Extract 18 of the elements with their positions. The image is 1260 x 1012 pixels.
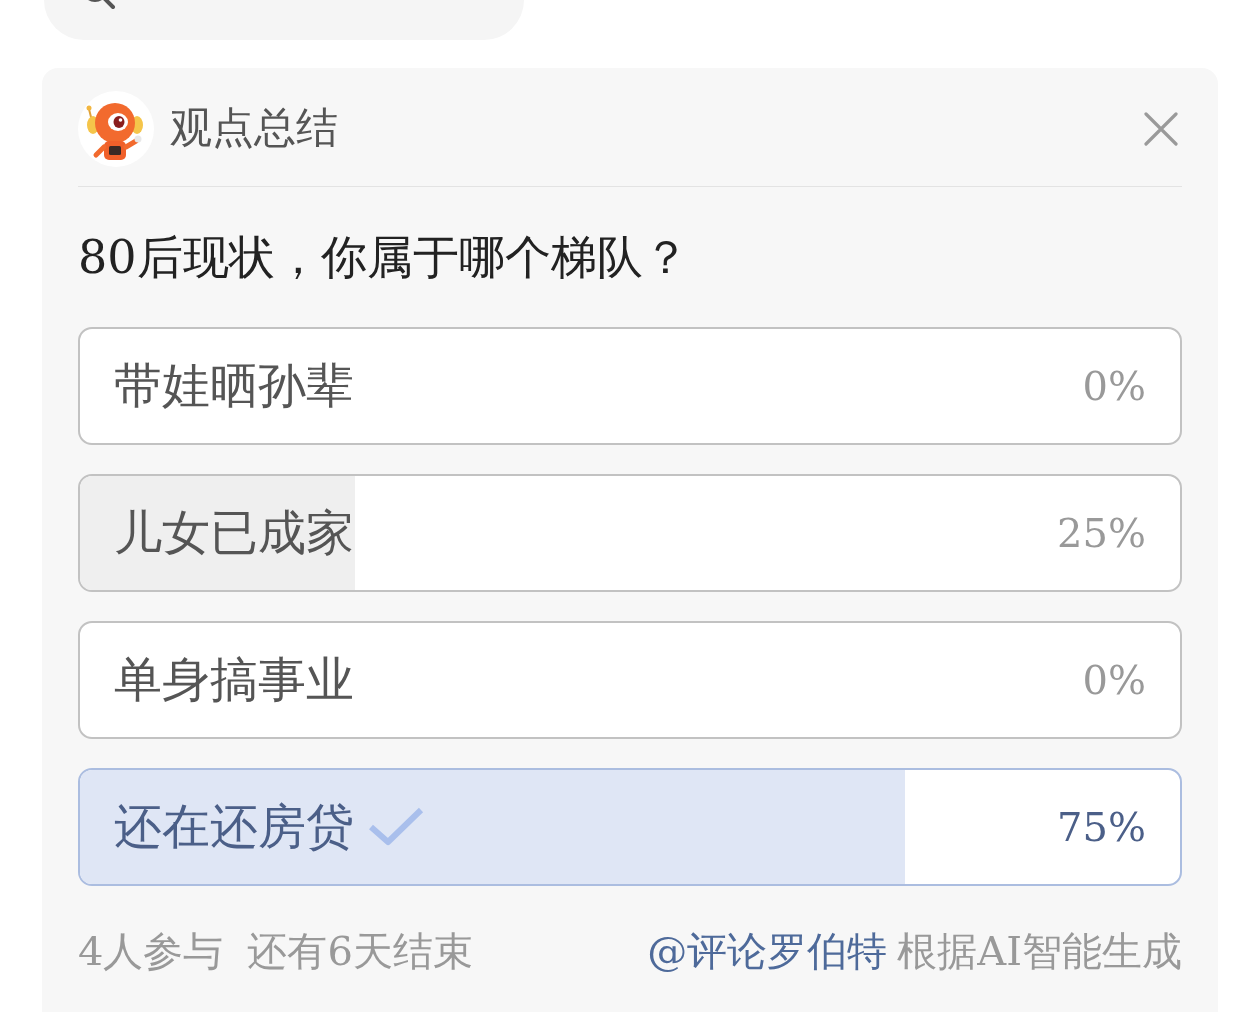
percent-text: 0% [1082,656,1146,704]
poll-option[interactable]: 带娃晒孙辈 0% [78,327,1182,445]
time-remaining: 还有6天结束 [247,927,473,976]
ai-note: 根据AI智能生成 [897,927,1182,976]
poll-option[interactable]: 单身搞事业 0% [78,621,1182,739]
check-icon [368,807,424,847]
percent-text: 0% [1082,362,1146,410]
panel-title: 观点总结 [170,103,338,154]
poll-question: 80后现状，你属于哪个梯队？ [78,229,690,286]
poll-option[interactable]: 儿女已成家 25% [78,474,1182,592]
author-link[interactable]: @评论罗伯特 [647,926,888,976]
poll-option[interactable]: 还在还房贷 75% [78,768,1182,886]
participants-count: 4人参与 [78,927,224,976]
percent-text: 75% [1057,803,1146,851]
percent-text: 25% [1057,509,1146,557]
close-icon [1144,111,1178,146]
robot-avatar-icon [78,90,154,167]
close-button[interactable] [1144,111,1178,146]
